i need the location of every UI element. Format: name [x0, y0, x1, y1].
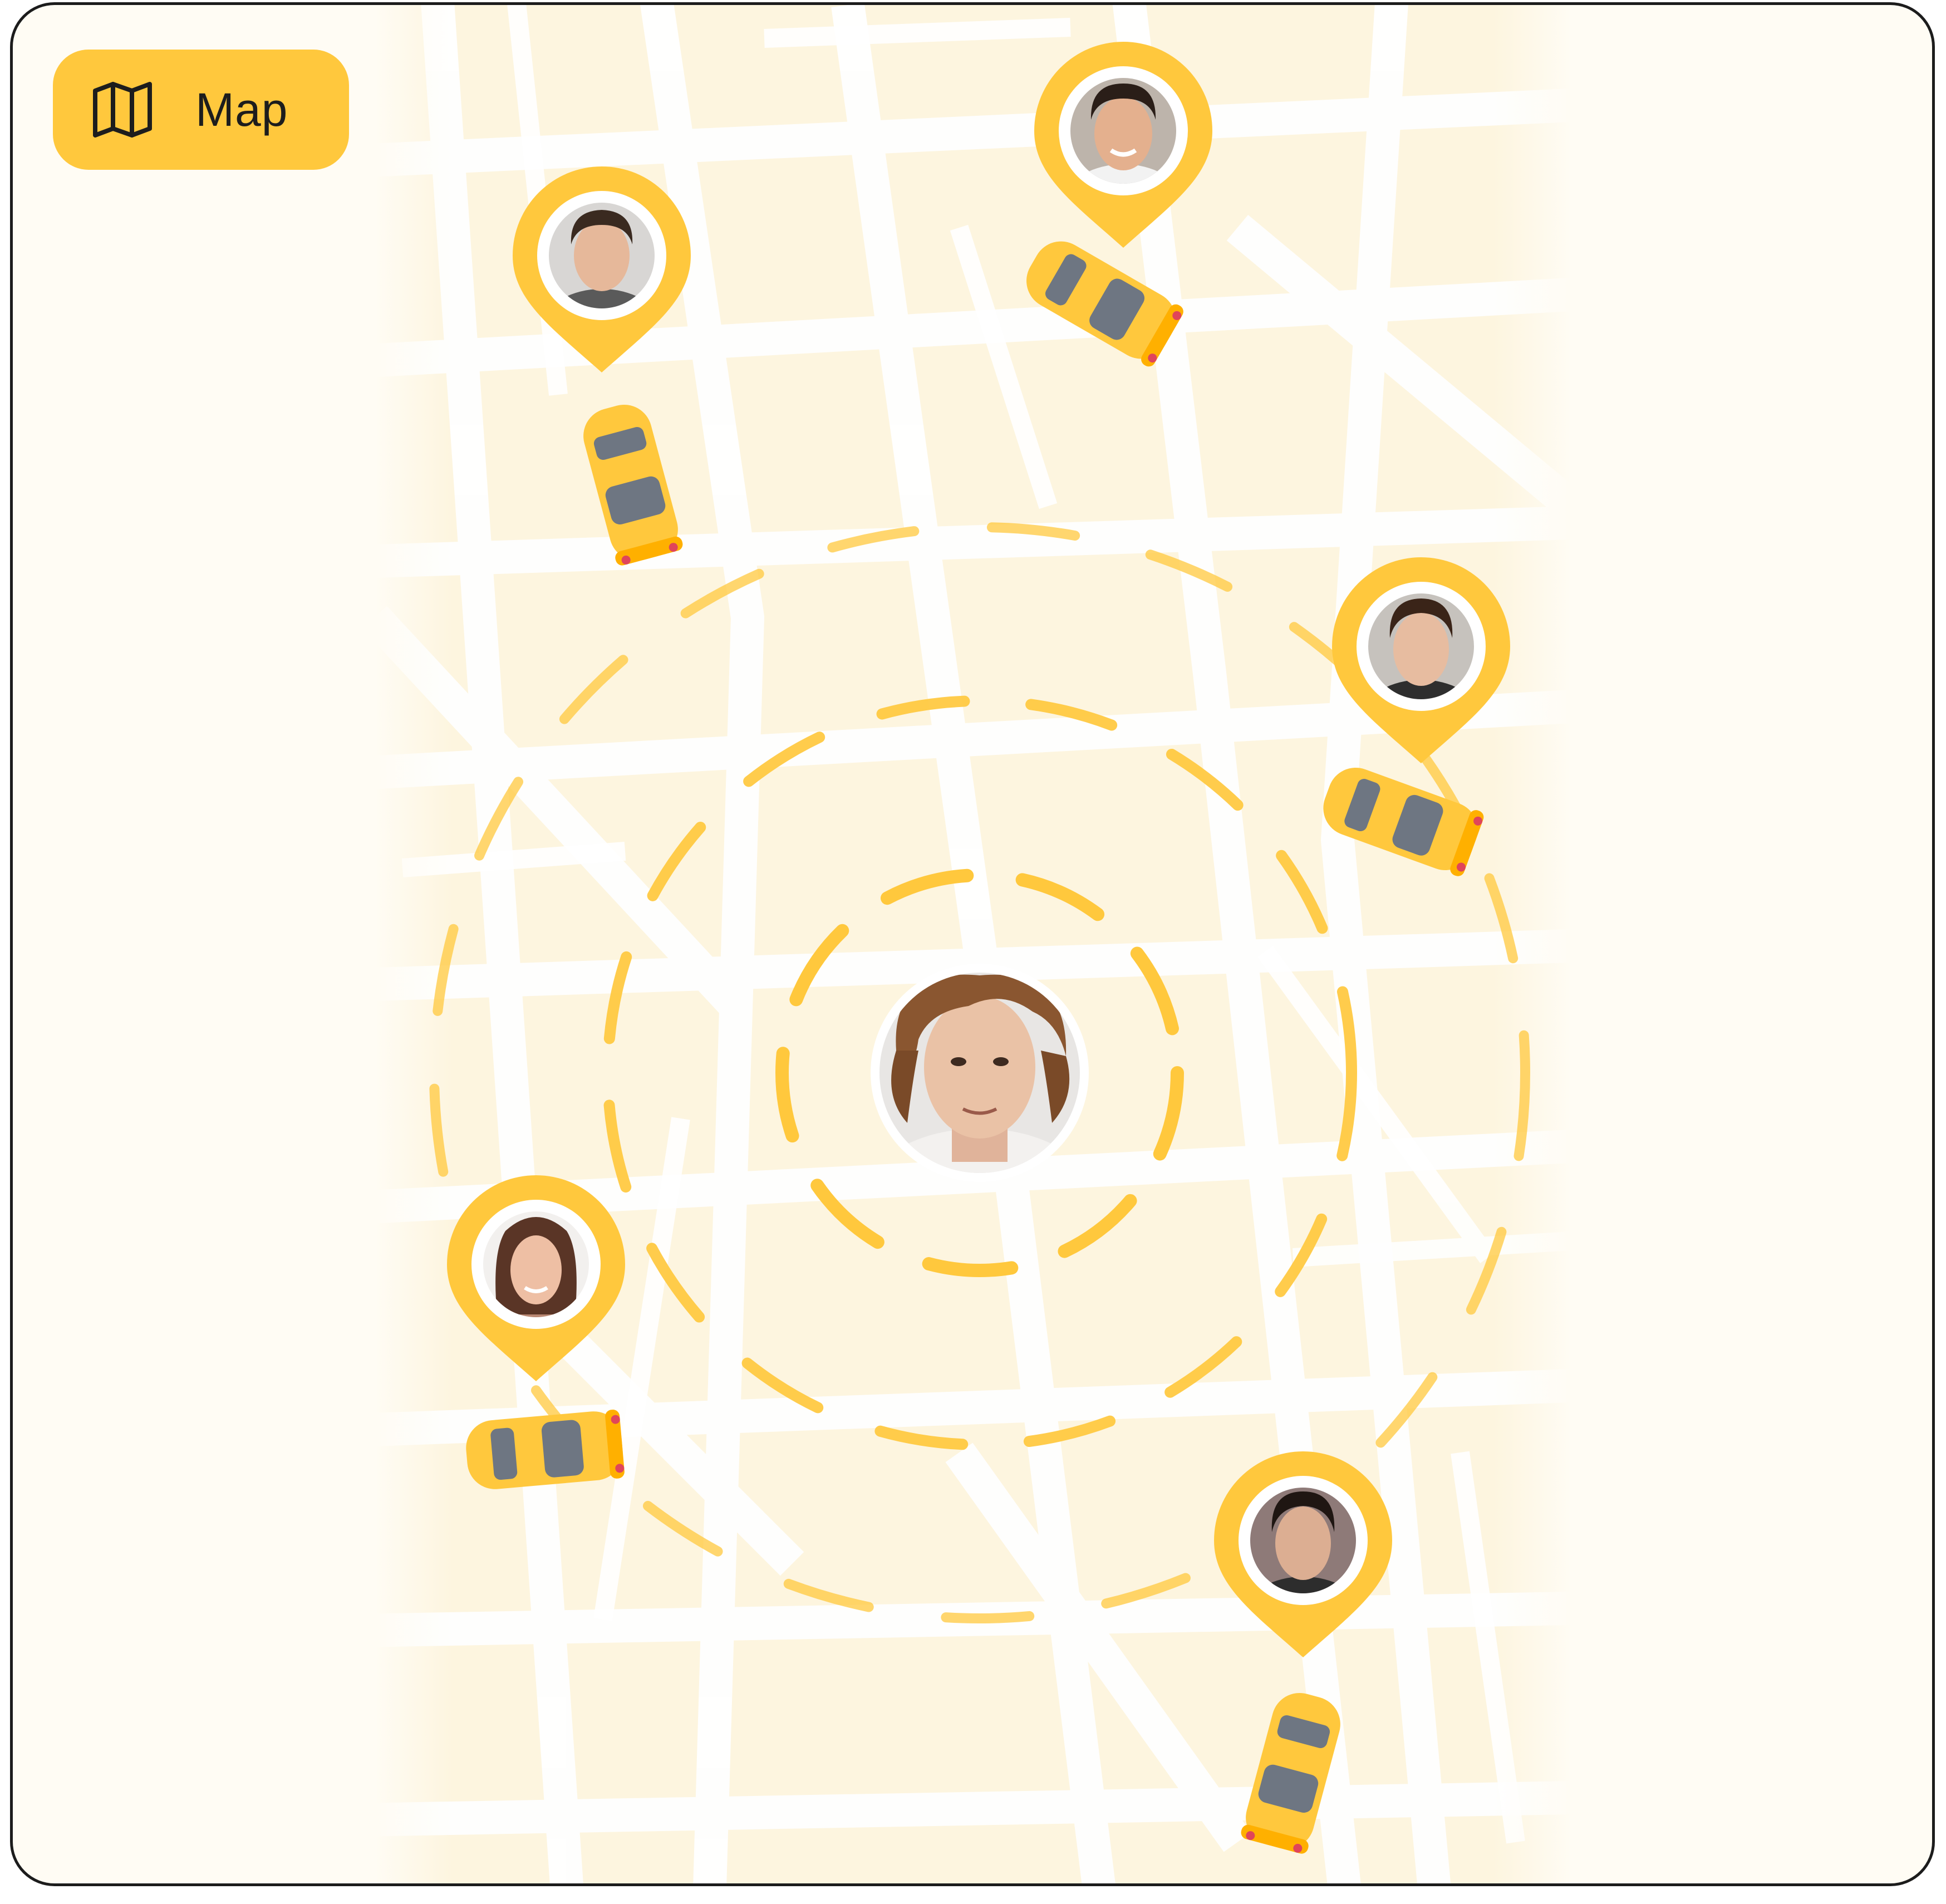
taxi-car-icon	[466, 1410, 625, 1489]
map-icon	[92, 81, 153, 139]
map-card: Map	[10, 2, 1935, 1886]
map-button[interactable]: Map	[53, 50, 349, 170]
map-button-label: Map	[195, 84, 288, 136]
map-canvas[interactable]	[13, 5, 1935, 1886]
